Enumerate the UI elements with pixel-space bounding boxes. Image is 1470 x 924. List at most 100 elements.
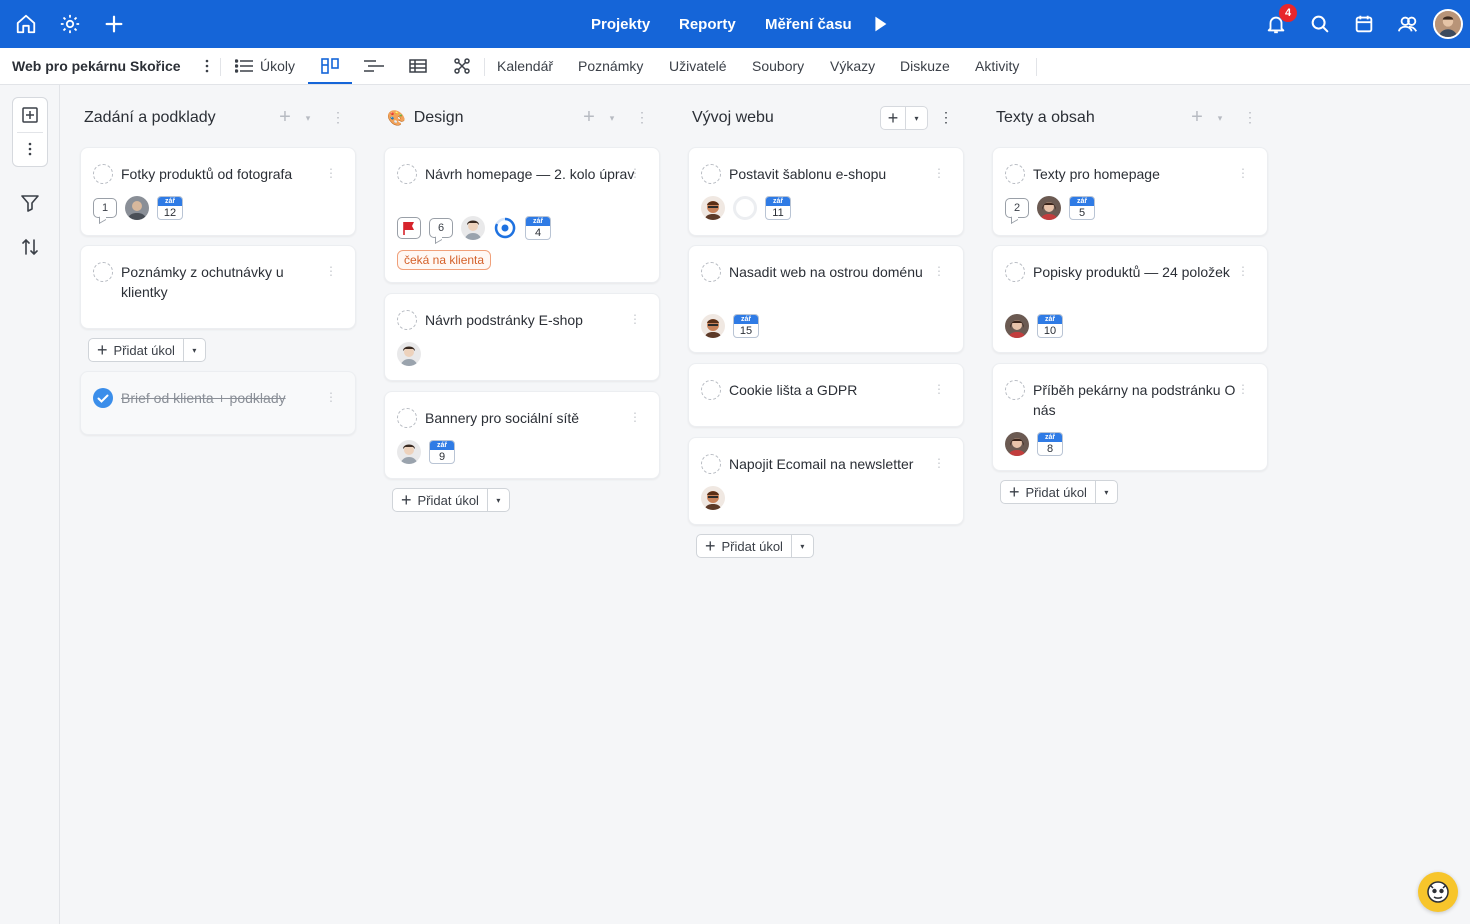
calendar-icon[interactable] — [1352, 12, 1376, 36]
task-card[interactable]: Fotky produktů od fotografa ⋮ 1 zář 12 — [80, 147, 356, 236]
card-more-icon[interactable]: ⋮ — [629, 166, 641, 180]
card-more-icon[interactable]: ⋮ — [1237, 264, 1249, 278]
card-more-icon[interactable]: ⋮ — [933, 382, 945, 396]
task-title[interactable]: Návrh podstránky E-shop — [425, 310, 635, 330]
task-title[interactable]: Návrh homepage — 2. kolo úprav — [425, 164, 635, 184]
task-card-done[interactable]: Brief od klienta + podklady ⋮ — [80, 371, 356, 435]
add-task-caret-icon[interactable]: ▾ — [790, 535, 813, 557]
task-title[interactable]: Popisky produktů — 24 položek — [1033, 262, 1243, 282]
task-card[interactable]: Texty pro homepage ⋮ 2 zář 5 — [992, 147, 1268, 236]
tab-aktivity[interactable]: Aktivity — [975, 58, 1019, 74]
task-title[interactable]: Fotky produktů od fotografa — [121, 164, 331, 184]
tab-uzivatele[interactable]: Uživatelé — [669, 58, 727, 74]
task-title[interactable]: Napojit Ecomail na newsletter — [729, 454, 939, 474]
table-view-icon[interactable] — [408, 57, 428, 75]
due-date-icon[interactable]: zář 9 — [429, 440, 455, 464]
task-checkbox[interactable] — [701, 454, 721, 474]
task-card[interactable]: Nasadit web na ostrou doménu ⋮ zář 15 — [688, 245, 964, 353]
column-add-icon[interactable]: + — [1187, 107, 1207, 128]
assignee-avatar[interactable] — [461, 216, 485, 240]
assignee-avatar[interactable] — [1005, 432, 1029, 456]
add-task-caret-icon[interactable]: ▾ — [1094, 481, 1117, 503]
task-checkbox[interactable] — [93, 164, 113, 184]
nav-mereni-casu[interactable]: Měření času — [765, 0, 852, 48]
task-card[interactable]: Cookie lišta a GDPR ⋮ — [688, 363, 964, 427]
empty-assignee-icon[interactable] — [733, 196, 757, 220]
column-title[interactable]: 🎨 Design — [387, 107, 464, 129]
assignee-avatar[interactable] — [701, 486, 725, 510]
board-view-icon[interactable] — [320, 57, 340, 75]
task-card[interactable]: Příběh pekárny na podstránku O nás ⋮ zář… — [992, 363, 1268, 471]
card-more-icon[interactable]: ⋮ — [1237, 382, 1249, 396]
card-more-icon[interactable]: ⋮ — [933, 166, 945, 180]
task-card[interactable]: Popisky produktů — 24 položek ⋮ zář 10 — [992, 245, 1268, 353]
user-avatar[interactable] — [1433, 9, 1463, 39]
due-date-icon[interactable]: zář 10 — [1037, 314, 1063, 338]
play-timer-icon[interactable] — [868, 12, 892, 36]
card-more-icon[interactable]: ⋮ — [325, 264, 337, 278]
task-checkbox[interactable] — [397, 310, 417, 330]
column-add-split-button[interactable]: + ▾ — [880, 106, 928, 130]
task-title[interactable]: Poznámky z ochutnávky u klientky — [121, 262, 331, 302]
task-checkbox[interactable] — [701, 262, 721, 282]
task-title[interactable]: Bannery pro sociální sítě — [425, 408, 635, 428]
tab-diskuze[interactable]: Diskuze — [900, 58, 950, 74]
column-more-icon[interactable]: ⋮ — [635, 108, 649, 128]
add-task-caret-icon[interactable]: ▾ — [182, 339, 205, 361]
search-icon[interactable] — [1308, 12, 1332, 36]
column-title[interactable]: Texty a obsah — [996, 107, 1095, 129]
column-more-icon[interactable]: ⋮ — [939, 108, 953, 128]
add-task-button[interactable]: + Přidat úkol ▾ — [88, 338, 206, 362]
board-more-icon[interactable] — [13, 132, 47, 166]
task-title[interactable]: Brief od klienta + podklady — [121, 388, 331, 408]
card-more-icon[interactable]: ⋮ — [629, 312, 641, 326]
help-mascot-icon[interactable] — [1418, 872, 1458, 912]
home-icon[interactable] — [14, 12, 38, 36]
task-card[interactable]: Napojit Ecomail na newsletter ⋮ — [688, 437, 964, 525]
add-task-button[interactable]: + Přidat úkol ▾ — [696, 534, 814, 558]
due-date-icon[interactable]: zář 12 — [157, 196, 183, 220]
card-more-icon[interactable]: ⋮ — [933, 264, 945, 278]
card-more-icon[interactable]: ⋮ — [1237, 166, 1249, 180]
column-more-icon[interactable]: ⋮ — [1243, 108, 1257, 128]
task-title[interactable]: Texty pro homepage — [1033, 164, 1243, 184]
settings-gear-icon[interactable] — [58, 12, 82, 36]
filter-icon[interactable] — [13, 186, 47, 220]
add-task-button[interactable]: + Přidat úkol ▾ — [1000, 480, 1118, 504]
assignee-avatar[interactable] — [397, 440, 421, 464]
due-date-icon[interactable]: zář 11 — [765, 196, 791, 220]
task-title[interactable]: Příběh pekárny na podstránku O nás — [1033, 380, 1243, 420]
task-checkbox[interactable] — [397, 408, 417, 428]
task-title[interactable]: Cookie lišta a GDPR — [729, 380, 939, 400]
column-title[interactable]: Vývoj webu — [692, 107, 774, 129]
add-column-icon[interactable] — [13, 98, 47, 132]
task-card[interactable]: Návrh homepage — 2. kolo úprav ⋮ 6 zář 4… — [384, 147, 660, 283]
column-title[interactable]: Zadání a podklady — [84, 107, 216, 129]
team-users-icon[interactable] — [1396, 12, 1420, 36]
assignee-avatar[interactable] — [1037, 196, 1061, 220]
column-more-icon[interactable]: ⋮ — [331, 108, 345, 128]
assignee-avatar[interactable] — [701, 196, 725, 220]
column-caret-icon[interactable]: ▾ — [606, 108, 618, 128]
task-card[interactable]: Návrh podstránky E-shop ⋮ — [384, 293, 660, 381]
priority-flag-icon[interactable] — [397, 217, 421, 239]
due-date-icon[interactable]: zář 5 — [1069, 196, 1095, 220]
task-checkbox[interactable] — [701, 380, 721, 400]
column-caret-icon[interactable]: ▾ — [905, 107, 927, 129]
task-card[interactable]: Poznámky z ochutnávky u klientky ⋮ — [80, 245, 356, 329]
tab-ukoly[interactable]: Úkoly — [260, 58, 295, 74]
assignee-avatar[interactable] — [701, 314, 725, 338]
task-checkbox[interactable] — [1005, 262, 1025, 282]
card-more-icon[interactable]: ⋮ — [629, 410, 641, 424]
mindmap-view-icon[interactable] — [452, 57, 472, 75]
status-tag[interactable]: čeká na klienta — [397, 250, 492, 270]
comment-count-icon[interactable]: 2 — [1005, 198, 1029, 218]
column-add-icon[interactable]: + — [275, 107, 295, 128]
timeline-view-icon[interactable] — [364, 57, 384, 75]
column-add-icon[interactable]: + — [579, 107, 599, 128]
add-task-button[interactable]: + Přidat úkol ▾ — [392, 488, 510, 512]
card-more-icon[interactable]: ⋮ — [325, 390, 337, 404]
column-caret-icon[interactable]: ▾ — [302, 108, 314, 128]
card-more-icon[interactable]: ⋮ — [933, 456, 945, 470]
column-add-icon[interactable]: + — [881, 107, 905, 129]
